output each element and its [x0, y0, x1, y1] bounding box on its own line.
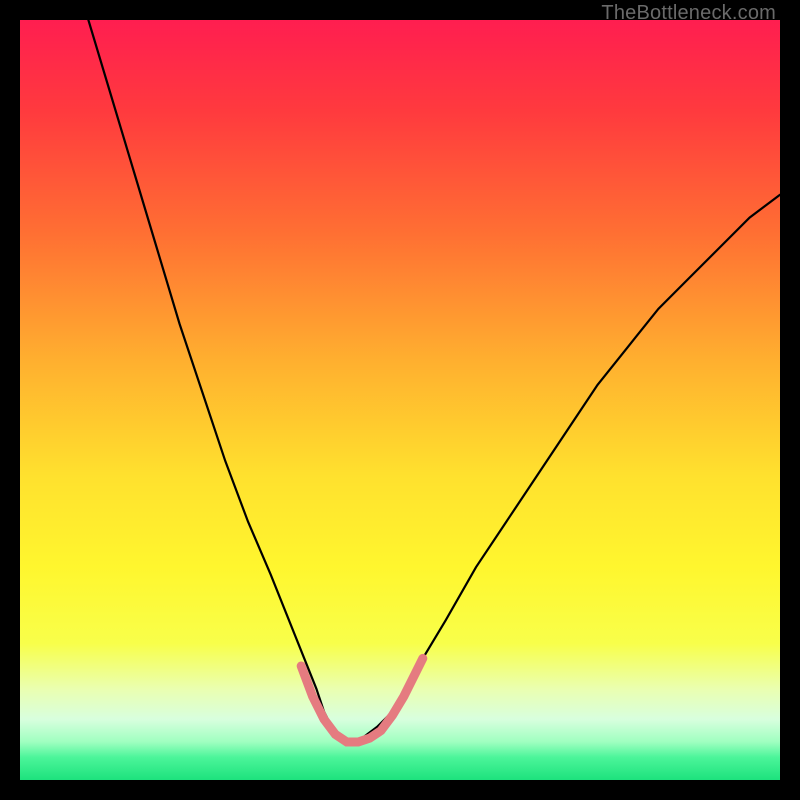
curve-layer: [20, 20, 780, 780]
chart-frame: TheBottleneck.com: [0, 0, 800, 800]
sweet-spot-segment: [301, 658, 423, 742]
bottleneck-curve: [88, 20, 780, 742]
watermark-text: TheBottleneck.com: [601, 2, 776, 25]
plot-area: [20, 20, 780, 780]
